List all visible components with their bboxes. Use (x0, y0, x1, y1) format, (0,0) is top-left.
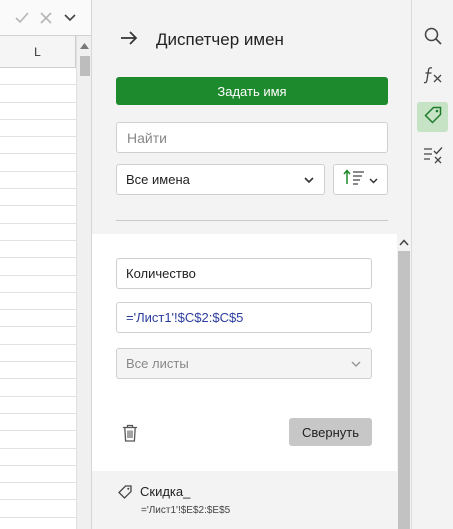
chevron-up-icon[interactable] (398, 236, 410, 248)
check-icon[interactable] (14, 10, 30, 26)
name-manager-panel: Диспетчер имен Задать имя Все имена Коли… (92, 0, 411, 529)
right-toolbar (411, 0, 453, 529)
formula-bar (0, 0, 91, 36)
chevron-up-icon[interactable] (77, 40, 91, 52)
search-button[interactable] (417, 23, 448, 53)
spreadsheet-area: L (0, 0, 92, 529)
name-field[interactable]: Количество (116, 258, 372, 289)
chevron-down-icon (304, 172, 314, 187)
chevron-down-icon[interactable] (62, 10, 78, 26)
names-filter-value: Все имена (126, 172, 190, 187)
sort-button[interactable] (333, 164, 388, 195)
scope-select: Все листы (116, 348, 372, 379)
reference-field[interactable]: ='Лист1'!$C$2:$C$5 (116, 302, 372, 333)
tag-icon (423, 106, 442, 129)
scroll-thumb[interactable] (80, 56, 90, 76)
function-button[interactable] (417, 62, 448, 92)
trash-icon[interactable] (122, 424, 138, 442)
panel-title: Диспетчер имен (156, 30, 284, 49)
tag-icon (118, 485, 132, 504)
scope-value: Все листы (126, 356, 189, 371)
list-item-name: Скидка_ (140, 484, 191, 499)
data-validation-button[interactable] (417, 142, 448, 172)
chevron-down-icon (351, 356, 361, 371)
name-manager-button[interactable] (417, 102, 448, 132)
sheet-vertical-scrollbar[interactable] (76, 36, 91, 529)
checklist-icon (423, 146, 443, 169)
sort-ascending-icon (343, 169, 365, 190)
panel-header: Диспетчер имен (120, 30, 284, 50)
name-edit-card: Количество ='Лист1'!$C$2:$C$5 Все листы … (92, 234, 397, 471)
collapse-button[interactable]: Свернуть (289, 418, 372, 446)
function-icon (423, 66, 443, 89)
chevron-down-icon (369, 171, 378, 189)
panel-vertical-scrollbar[interactable] (397, 234, 411, 529)
define-name-button[interactable]: Задать имя (116, 77, 388, 105)
cell-grid[interactable] (0, 68, 76, 518)
list-item-reference: ='Лист1'!$E$2:$E$5 (141, 505, 231, 516)
list-item[interactable]: Скидка_ ='Лист1'!$E$2:$E$5 (92, 471, 397, 529)
arrow-right-icon[interactable] (120, 30, 138, 50)
search-icon (424, 27, 442, 50)
column-header-l[interactable]: L (0, 36, 76, 68)
divider (116, 220, 388, 221)
scroll-thumb[interactable] (398, 251, 410, 529)
search-input[interactable] (116, 122, 388, 153)
names-filter-select[interactable]: Все имена (116, 164, 325, 195)
close-icon[interactable] (38, 10, 54, 26)
